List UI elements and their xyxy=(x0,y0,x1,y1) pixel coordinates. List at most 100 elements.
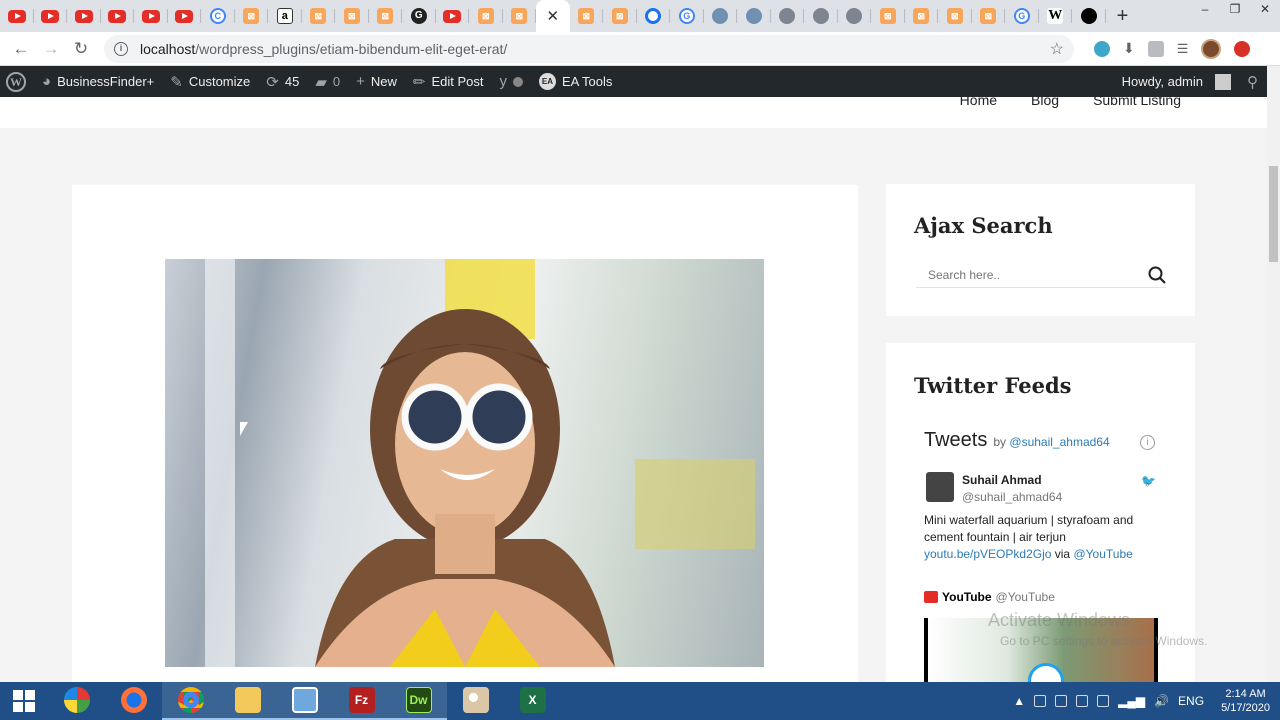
tab-wordpress[interactable] xyxy=(704,0,738,32)
c-icon: C xyxy=(209,8,226,24)
tab-xampp[interactable]: ⊠ xyxy=(570,0,604,32)
my-account-link[interactable]: Howdy, admin xyxy=(1114,66,1239,97)
taskbar-app-firefox[interactable] xyxy=(105,682,162,720)
ea-tools-link[interactable]: EA EA Tools xyxy=(531,66,620,97)
g-dark-icon: G xyxy=(410,8,427,24)
tab-xampp[interactable]: ⊠ xyxy=(905,0,939,32)
play-icon[interactable] xyxy=(1028,663,1064,682)
battery-icon[interactable] xyxy=(1097,695,1110,707)
wordpress-logo-button[interactable]: W xyxy=(0,66,34,97)
comments-link[interactable]: ▰ 0 xyxy=(307,66,348,97)
tab-xampp[interactable]: ⊠ xyxy=(972,0,1006,32)
taskbar-app-photos[interactable] xyxy=(276,682,333,720)
taskbar-app-chrome[interactable] xyxy=(162,682,219,720)
tab-xampp[interactable]: ⊠ xyxy=(369,0,403,32)
tab-ring[interactable] xyxy=(637,0,671,32)
tab-xampp[interactable]: ⊠ xyxy=(603,0,637,32)
download-icon[interactable]: ⬇ xyxy=(1123,40,1135,57)
close-icon[interactable]: ✕ xyxy=(546,7,559,25)
tray-flag-icon[interactable] xyxy=(1034,695,1047,707)
tab-google[interactable]: G xyxy=(670,0,704,32)
tab-github[interactable] xyxy=(1072,0,1106,32)
restore-icon[interactable]: ❐ xyxy=(1220,0,1250,20)
updates-link[interactable]: ⟳ 45 xyxy=(258,66,307,97)
info-icon[interactable]: i xyxy=(1140,435,1155,450)
tab-xampp[interactable]: ⊠ xyxy=(469,0,503,32)
tweet-author-avatar[interactable] xyxy=(926,472,954,502)
tab-xampp[interactable]: ⊠ xyxy=(871,0,905,32)
taskbar-app-dreamweaver[interactable]: Dw xyxy=(390,682,447,720)
tab-youtube[interactable] xyxy=(436,0,470,32)
nav-item-home[interactable]: Home xyxy=(960,97,997,108)
tab-youtube[interactable] xyxy=(134,0,168,32)
tab-c[interactable]: C xyxy=(201,0,235,32)
twitter-bird-icon[interactable]: 🐦 xyxy=(1141,474,1156,488)
language-indicator[interactable]: ENG xyxy=(1178,694,1204,708)
shield-extension-icon[interactable] xyxy=(1147,40,1164,57)
window-close-icon[interactable]: ✕ xyxy=(1250,0,1280,20)
new-tab-button[interactable]: + xyxy=(1106,5,1140,28)
tab-globe[interactable] xyxy=(771,0,805,32)
tab-xampp[interactable]: ⊠ xyxy=(335,0,369,32)
tab-xampp[interactable]: ⊠ xyxy=(503,0,537,32)
volume-icon[interactable]: 🔊 xyxy=(1154,694,1169,708)
reload-icon[interactable]: ↻ xyxy=(66,39,96,59)
edit-post-link[interactable]: ✏ Edit Post xyxy=(405,66,492,97)
customize-link[interactable]: ✎ Customize xyxy=(162,66,258,97)
taskbar-app-paint[interactable] xyxy=(447,682,504,720)
tab-globe[interactable] xyxy=(838,0,872,32)
new-content-link[interactable]: + New xyxy=(348,66,405,97)
site-info-icon[interactable]: i xyxy=(114,41,128,56)
tab-amazon[interactable]: a xyxy=(268,0,302,32)
nav-item-blog[interactable]: Blog xyxy=(1031,97,1059,108)
tab-xampp[interactable]: ⊠ xyxy=(235,0,269,32)
tab-youtube[interactable] xyxy=(101,0,135,32)
show-hidden-icons-icon[interactable]: ▲ xyxy=(1013,694,1025,708)
tab-youtube[interactable] xyxy=(0,0,34,32)
tweet-via-handle[interactable]: @YouTube xyxy=(1073,547,1132,561)
tab-google[interactable]: G xyxy=(1005,0,1039,32)
scrollbar-thumb[interactable] xyxy=(1269,166,1278,262)
tab-active[interactable]: ✕ xyxy=(536,0,570,32)
site-name-link[interactable]: ◕ BusinessFinder+ xyxy=(34,66,162,97)
ajax-search-input[interactable] xyxy=(916,267,1148,282)
tab-xampp[interactable]: ⊠ xyxy=(938,0,972,32)
start-button[interactable] xyxy=(0,682,48,720)
tab-wikipedia[interactable]: W xyxy=(1039,0,1073,32)
tab-youtube[interactable] xyxy=(168,0,202,32)
filezilla-icon: Fz xyxy=(348,687,375,713)
clock[interactable]: 2:14 AM 5/17/2020 xyxy=(1221,687,1270,715)
dropbox-icon[interactable] xyxy=(1055,695,1068,707)
page-scrollbar[interactable] xyxy=(1267,66,1280,682)
back-icon[interactable]: ← xyxy=(6,39,36,59)
signal-icon[interactable]: ▂▄▆ xyxy=(1118,694,1145,708)
retweet-handle[interactable]: @YouTube xyxy=(996,590,1055,604)
taskbar-app-explorer[interactable] xyxy=(219,682,276,720)
minimize-icon[interactable]: – xyxy=(1190,0,1220,20)
tweet-link[interactable]: youtu.be/pVEOPkd2Gjo xyxy=(924,547,1051,561)
tab-xampp[interactable]: ⊠ xyxy=(302,0,336,32)
taskbar-app-media[interactable] xyxy=(48,682,105,720)
tweets-handle-link[interactable]: @suhail_ahmad64 xyxy=(1009,435,1109,449)
search-icon[interactable] xyxy=(1148,266,1166,284)
url-field[interactable]: i localhost/wordpress_plugins/etiam-bibe… xyxy=(104,34,1074,63)
tab-globe[interactable] xyxy=(804,0,838,32)
network-tray-icon[interactable] xyxy=(1076,695,1089,707)
tab-youtube[interactable] xyxy=(34,0,68,32)
reading-list-icon[interactable]: ☰ xyxy=(1177,41,1189,57)
extension-icon[interactable] xyxy=(1094,40,1110,57)
tab-g[interactable]: G xyxy=(402,0,436,32)
tweet-author-name[interactable]: Suhail Ahmad xyxy=(962,473,1042,487)
retweet-name[interactable]: YouTube xyxy=(942,590,992,604)
yoast-seo-button[interactable]: y xyxy=(491,66,531,97)
red-extension-icon[interactable] xyxy=(1234,40,1251,57)
tab-youtube[interactable] xyxy=(67,0,101,32)
tab-wordpress[interactable] xyxy=(737,0,771,32)
bookmark-star-icon[interactable]: ☆ xyxy=(1050,39,1064,59)
nav-item-submit-listing[interactable]: Submit Listing xyxy=(1093,97,1181,108)
taskbar-app-filezilla[interactable]: Fz xyxy=(333,682,390,720)
taskbar-app-excel[interactable]: X xyxy=(504,682,561,720)
forward-icon[interactable]: → xyxy=(36,39,66,59)
tweet-author-handle[interactable]: @suhail_ahmad64 xyxy=(962,490,1062,504)
profile-avatar[interactable] xyxy=(1201,38,1222,59)
